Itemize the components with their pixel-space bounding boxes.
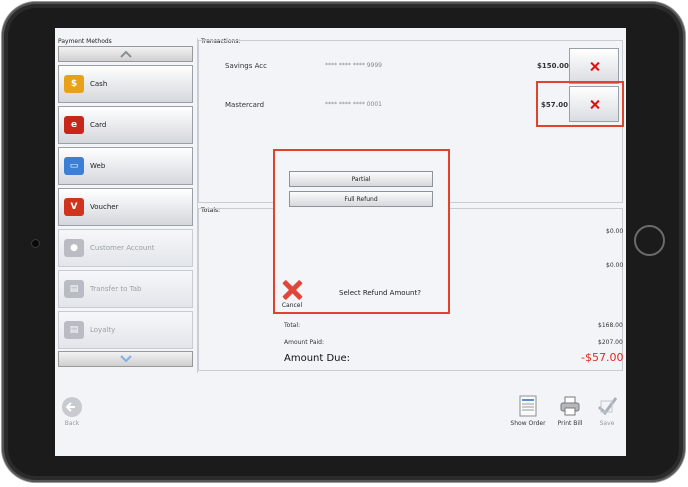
amount-due-label: Amount Due:	[284, 353, 351, 364]
save-label: Save	[599, 420, 615, 427]
payment-method-transfer-to-tab[interactable]: ▤ Transfer to Tab	[58, 270, 193, 308]
totals-value: $0.00	[606, 262, 624, 269]
chevron-down-icon	[119, 355, 132, 363]
payment-method-customer-account[interactable]: ● Customer Account	[58, 229, 193, 267]
full-refund-button[interactable]: Full Refund	[289, 191, 433, 207]
payment-method-label: Customer Account	[90, 244, 155, 252]
voucher-icon: V	[64, 198, 84, 216]
total-value: $168.00	[598, 322, 623, 329]
chevron-up-icon	[119, 50, 132, 58]
payment-method-cash[interactable]: $ Cash	[58, 65, 193, 103]
transaction-card-number: **** **** **** 0001	[325, 101, 382, 108]
home-button[interactable]	[634, 225, 665, 256]
payment-method-label: Loyalty	[90, 326, 116, 334]
print-bill-label: Print Bill	[557, 420, 583, 427]
payment-method-label: Voucher	[90, 203, 119, 211]
save-icon	[597, 397, 618, 416]
save-button[interactable]: Save	[594, 395, 620, 429]
printer-icon	[560, 396, 580, 416]
payment-method-label: Web	[90, 162, 106, 170]
refund-prompt: Select Refund Amount?	[339, 289, 421, 297]
web-icon: ▭	[64, 157, 84, 175]
transaction-name: Mastercard	[225, 101, 265, 109]
payment-method-card[interactable]: e Card	[58, 106, 193, 144]
loyalty-icon: ▤	[64, 321, 84, 339]
payment-method-label: Transfer to Tab	[90, 285, 142, 293]
totals-value: $0.00	[606, 228, 624, 235]
scroll-down-button[interactable]	[58, 351, 193, 367]
customer-account-icon: ●	[64, 239, 84, 257]
card-icon: e	[64, 116, 84, 134]
partial-refund-button[interactable]: Partial	[289, 171, 433, 187]
document-icon	[519, 395, 537, 417]
camera-dot	[31, 239, 40, 248]
total-label: Total:	[284, 322, 301, 329]
print-bill-button[interactable]: Print Bill	[555, 395, 585, 429]
delete-icon	[590, 62, 599, 71]
payment-method-label: Card	[90, 121, 107, 129]
delete-transaction-button[interactable]	[569, 48, 619, 84]
pos-screen: Payment Methods $ Cash e Card ▭ Web V Vo…	[55, 28, 626, 456]
payment-method-web[interactable]: ▭ Web	[58, 147, 193, 185]
transaction-amount: $150.00	[537, 62, 569, 70]
refund-dialog: Partial Full Refund Cancel Select Refund…	[273, 149, 450, 314]
amount-paid-label: Amount Paid:	[284, 339, 325, 346]
payment-method-voucher[interactable]: V Voucher	[58, 188, 193, 226]
transfer-icon: ▤	[64, 280, 84, 298]
amount-due-value: -$57.00	[581, 351, 624, 364]
show-order-label: Show Order	[510, 420, 546, 427]
scroll-up-button[interactable]	[58, 46, 193, 62]
cancel-label: Cancel	[281, 302, 303, 309]
transaction-card-number: **** **** **** 9999	[325, 62, 382, 69]
show-order-button[interactable]: Show Order	[510, 395, 546, 429]
back-button[interactable]: Back	[61, 396, 85, 428]
cancel-icon	[283, 281, 301, 299]
payment-method-label: Cash	[90, 80, 108, 88]
transaction-name: Savings Acc	[225, 62, 267, 70]
amount-paid-value: $207.00	[598, 339, 623, 346]
back-label: Back	[64, 420, 80, 427]
back-arrow-icon	[62, 397, 82, 417]
bottom-toolbar: Back Show Order Print Bill Save	[55, 383, 626, 456]
cash-icon: $	[64, 75, 84, 93]
highlight-box	[536, 81, 624, 127]
payment-method-loyalty[interactable]: ▤ Loyalty	[58, 311, 193, 349]
cancel-button[interactable]: Cancel	[279, 279, 305, 311]
payment-methods-panel: $ Cash e Card ▭ Web V Voucher ● Customer…	[57, 40, 194, 370]
